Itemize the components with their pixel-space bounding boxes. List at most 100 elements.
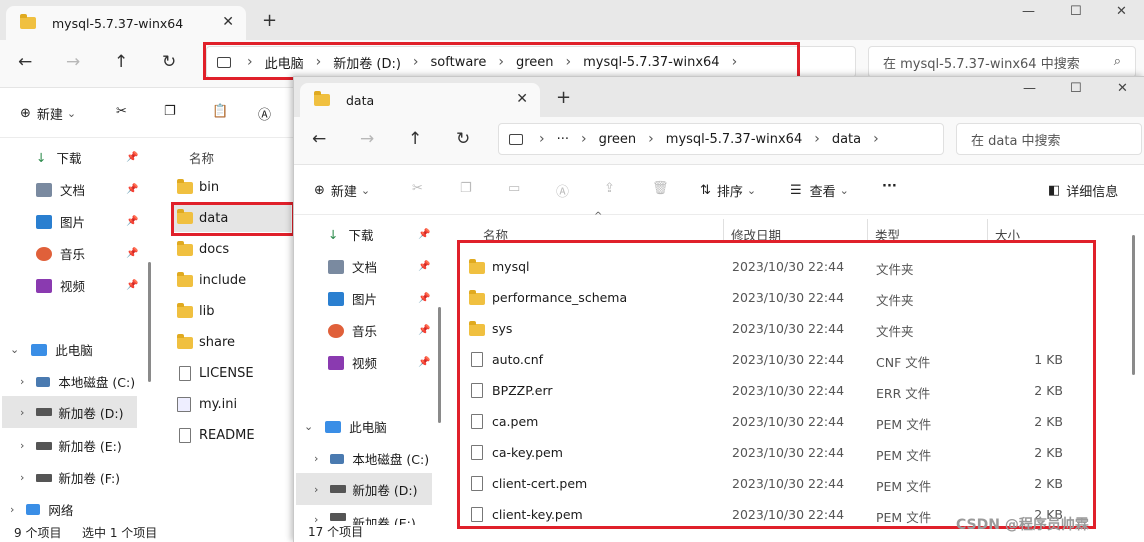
list-item[interactable]: LICENSE <box>179 366 254 381</box>
folder-icon <box>177 302 193 318</box>
pin-icon[interactable]: 📌 <box>126 216 138 227</box>
sidebar-item-drive-c[interactable]: › 本地磁盘 (C:) <box>20 372 135 391</box>
sidebar-item-documents[interactable]: 文档 <box>36 180 85 199</box>
front-sidebar-scrollbar[interactable] <box>438 307 441 423</box>
front-address-bar[interactable]: › ··· › green › mysql-5.7.37-winx64 › da… <box>498 123 944 155</box>
front-list-scrollbar[interactable] <box>1132 235 1135 375</box>
more-options-button[interactable]: ··· <box>882 179 897 194</box>
chevron-down-icon: ⌄ <box>304 420 314 433</box>
sidebar-item-label: 新加卷 (E:) <box>58 439 122 454</box>
sidebar-item-drive-f[interactable]: › 新加卷 (F:) <box>20 468 120 487</box>
new-button[interactable]: ⊕ 新建 ⌄ <box>314 181 370 200</box>
sidebar-item-this-pc[interactable]: ⌄ 此电脑 <box>10 340 93 359</box>
list-item[interactable]: bin <box>177 178 219 195</box>
back-search-input[interactable]: 在 mysql-5.7.37-winx64 中搜索 <box>883 53 1080 72</box>
view-button[interactable]: ☰ 查看 ⌄ <box>790 181 849 200</box>
list-item[interactable]: include <box>177 271 246 288</box>
sidebar-item-network[interactable]: › 网络 <box>10 500 73 519</box>
refresh-icon[interactable]: ↻ <box>162 52 176 72</box>
sidebar-item-music[interactable]: 音乐 <box>328 321 377 340</box>
minimize-button[interactable]: — <box>1023 81 1036 96</box>
sidebar-item-videos[interactable]: 视频 <box>36 276 85 295</box>
sidebar-item-label: 音乐 <box>352 324 378 339</box>
sort-button[interactable]: ⇅ 排序 ⌄ <box>700 181 756 200</box>
close-tab-icon[interactable]: ✕ <box>222 14 234 30</box>
sidebar-item-music[interactable]: 音乐 <box>36 244 85 263</box>
sidebar-item-videos[interactable]: 视频 <box>328 353 377 372</box>
list-item[interactable]: README <box>179 428 255 443</box>
front-tab[interactable]: data ✕ <box>300 83 540 117</box>
details-pane-button[interactable]: ◧ 详细信息 <box>1048 181 1118 200</box>
paste-icon[interactable]: 📋 <box>212 104 228 119</box>
pin-icon[interactable]: 📌 <box>126 184 138 195</box>
copy-icon[interactable]: ❐ <box>164 104 176 119</box>
sidebar-item-downloads[interactable]: ↓ 下载 <box>328 225 374 244</box>
maximize-button[interactable]: ☐ <box>1070 81 1082 96</box>
cut-icon[interactable]: ✂ <box>412 181 423 196</box>
chevron-down-icon: ⌄ <box>360 184 371 197</box>
delete-icon[interactable]: 🗑 <box>652 181 669 196</box>
back-arrow-icon[interactable]: ← <box>18 52 32 72</box>
pin-icon[interactable]: 📌 <box>126 248 138 259</box>
sidebar-item-drive-d[interactable]: › 新加卷 (D:) <box>296 473 432 505</box>
forward-arrow-icon[interactable]: → <box>66 52 80 72</box>
pin-icon[interactable]: 📌 <box>126 280 138 291</box>
refresh-icon[interactable]: ↻ <box>456 129 470 149</box>
file-name: my.ini <box>199 397 238 412</box>
list-item[interactable]: docs <box>177 240 229 257</box>
share-icon[interactable]: ⇪ <box>604 181 615 196</box>
video-icon <box>36 278 52 293</box>
rename-icon[interactable]: Ⓐ <box>258 104 271 123</box>
new-tab-button[interactable]: + <box>556 87 571 108</box>
pin-icon[interactable]: 📌 <box>418 325 430 336</box>
sidebar-item-drive-d[interactable]: › 新加卷 (D:) <box>2 396 137 428</box>
paste-icon[interactable]: ▭ <box>508 181 520 196</box>
breadcrumb-overflow[interactable]: ··· <box>557 132 569 147</box>
new-button-label: 新建 <box>330 185 357 200</box>
sidebar-item-downloads[interactable]: ↓ 下载 <box>36 148 82 167</box>
pin-icon[interactable]: 📌 <box>418 293 430 304</box>
sidebar-item-pictures[interactable]: 图片 <box>36 212 85 231</box>
list-item[interactable]: my.ini <box>177 397 237 412</box>
front-search-input[interactable]: 在 data 中搜索 <box>971 130 1061 149</box>
close-window-button[interactable]: ✕ <box>1117 81 1128 96</box>
copy-icon[interactable]: ❐ <box>460 181 472 196</box>
sidebar-item-this-pc[interactable]: ⌄ 此电脑 <box>304 417 387 436</box>
new-button[interactable]: ⊕ 新建 ⌄ <box>20 104 76 123</box>
chevron-down-icon: ⌄ <box>10 343 20 356</box>
front-search-box[interactable]: 在 data 中搜索 <box>956 123 1142 155</box>
back-search-box[interactable]: 在 mysql-5.7.37-winx64 中搜索 ⌕ <box>868 46 1136 78</box>
pin-icon[interactable]: 📌 <box>418 229 430 240</box>
chevron-down-icon: ⌄ <box>839 184 849 197</box>
sidebar-item-label: 下载 <box>56 151 82 166</box>
maximize-button[interactable]: ☐ <box>1070 4 1082 19</box>
list-item[interactable]: share <box>177 333 235 350</box>
column-header-name[interactable]: 名称 <box>189 148 214 167</box>
pin-icon[interactable]: 📌 <box>126 152 138 163</box>
close-window-button[interactable]: ✕ <box>1116 4 1127 19</box>
rename-icon[interactable]: Ⓐ <box>556 181 569 200</box>
sidebar-item-pictures[interactable]: 图片 <box>328 289 377 308</box>
file-name: LICENSE <box>199 366 254 381</box>
back-tab[interactable]: mysql-5.7.37-winx64 ✕ <box>6 6 246 40</box>
breadcrumb-item[interactable]: data <box>832 132 861 147</box>
list-item[interactable]: lib <box>177 302 214 319</box>
sidebar-item-drive-e[interactable]: › 新加卷 (E:) <box>20 436 122 455</box>
close-tab-icon[interactable]: ✕ <box>516 91 528 107</box>
back-sidebar-scrollbar[interactable] <box>148 262 151 382</box>
breadcrumb-item[interactable]: green <box>599 132 637 147</box>
sidebar-item-label: 网络 <box>48 503 74 518</box>
pin-icon[interactable]: 📌 <box>418 357 430 368</box>
cut-icon[interactable]: ✂ <box>116 104 127 119</box>
breadcrumb-item[interactable]: mysql-5.7.37-winx64 <box>666 132 802 147</box>
sidebar-item-documents[interactable]: 文档 <box>328 257 377 276</box>
new-tab-button[interactable]: + <box>262 10 277 31</box>
pin-icon[interactable]: 📌 <box>418 261 430 272</box>
forward-arrow-icon[interactable]: → <box>360 129 374 149</box>
back-arrow-icon[interactable]: ← <box>312 129 326 149</box>
sidebar-item-drive-c[interactable]: › 本地磁盘 (C:) <box>314 449 429 468</box>
sort-ascending-icon: ^ <box>594 211 603 222</box>
up-arrow-icon[interactable]: ↑ <box>114 52 128 72</box>
minimize-button[interactable]: — <box>1022 4 1035 19</box>
up-arrow-icon[interactable]: ↑ <box>408 129 422 149</box>
